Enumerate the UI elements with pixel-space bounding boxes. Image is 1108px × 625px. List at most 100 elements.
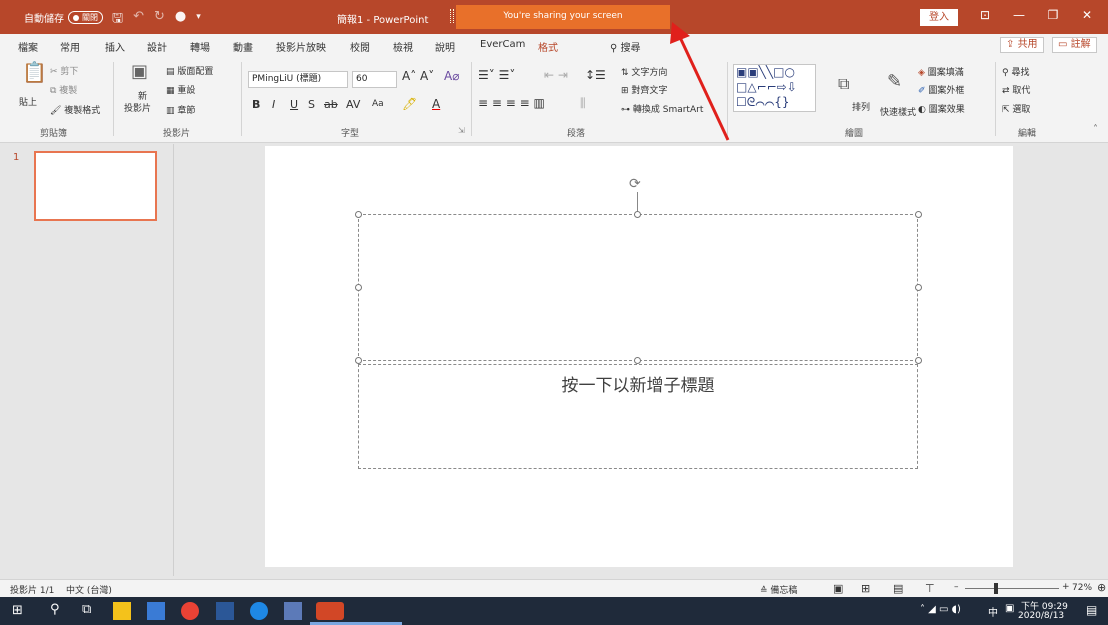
tab-file[interactable]: 檔案 — [18, 39, 38, 54]
task-view-icon[interactable]: ⧉ — [82, 602, 91, 617]
resize-handle[interactable] — [634, 211, 641, 218]
font-dialog-launcher-icon[interactable]: ⇲ — [458, 126, 465, 135]
signin-button[interactable]: 登入 — [920, 9, 958, 26]
comments-button[interactable]: ▭ 註解 — [1052, 37, 1097, 53]
font-grow-icon[interactable]: A˄ A˅ — [402, 69, 434, 83]
layout-button[interactable]: ▤ 版面配置 — [166, 64, 213, 77]
sorter-view-icon[interactable]: ⊞ — [861, 582, 870, 595]
new-slide-label-2[interactable]: 投影片 — [124, 101, 151, 114]
indent-icon[interactable]: ⇤ ⇥ — [544, 68, 568, 82]
char-spacing-icon[interactable]: AV — [346, 98, 360, 111]
zoom-slider[interactable] — [965, 588, 1059, 589]
resize-handle[interactable] — [355, 284, 362, 291]
quick-styles-icon[interactable]: ✎ — [887, 71, 902, 92]
find-button[interactable]: ⚲ 尋找 — [1002, 65, 1029, 78]
search-group[interactable]: ⚲ 搜尋 — [610, 39, 641, 54]
columns-icon[interactable]: ⫼ — [580, 96, 586, 111]
autosave-toggle[interactable]: 關閉 — [68, 11, 103, 24]
ime-mode-icon[interactable]: ▣ — [1005, 603, 1014, 614]
tab-format[interactable]: 格式 — [538, 39, 558, 54]
bold-button[interactable]: B — [252, 98, 260, 111]
bullets-icon[interactable]: ☰˅ ☰˅ — [478, 68, 515, 82]
share-button[interactable]: ⇪ 共用 — [1000, 37, 1044, 53]
title-placeholder[interactable] — [358, 214, 918, 361]
sticky-notes-icon[interactable] — [113, 602, 131, 620]
section-button[interactable]: ▥ 章節 — [166, 103, 195, 116]
arrange-icon[interactable]: ⧉ — [838, 74, 849, 94]
subtitle-placeholder[interactable]: 按一下以新增子標題 — [358, 364, 918, 469]
tab-animations[interactable]: 動畫 — [233, 39, 253, 54]
powerpoint-icon[interactable] — [316, 602, 344, 620]
zoom-in-icon[interactable]: + — [1062, 582, 1070, 592]
fit-slide-icon[interactable]: ⊕ — [1097, 581, 1106, 594]
zoom-slider-thumb[interactable] — [994, 583, 998, 594]
restore-button[interactable]: ❐ — [1036, 8, 1070, 22]
zoom-level[interactable]: 72% — [1072, 583, 1092, 593]
app-icon[interactable] — [284, 602, 302, 620]
ime-indicator[interactable]: 中 — [988, 604, 998, 619]
line-spacing-icon[interactable]: ↕☰ — [585, 68, 606, 82]
minimize-button[interactable]: — — [1002, 8, 1036, 22]
slide-canvas[interactable]: ⟳ 按一下以新增子標題 — [265, 146, 1013, 567]
customize-qat-icon[interactable]: ▾ — [196, 9, 201, 31]
tab-help[interactable]: 說明 — [435, 39, 455, 54]
italic-button[interactable]: I — [272, 98, 275, 111]
language-status[interactable]: 中文 (台灣) — [66, 583, 112, 596]
shadow-button[interactable]: S — [308, 98, 315, 111]
tab-design[interactable]: 設計 — [147, 39, 167, 54]
file-explorer-icon[interactable] — [147, 602, 165, 620]
resize-handle[interactable] — [915, 284, 922, 291]
font-color-icon[interactable]: A — [432, 97, 440, 111]
search-icon[interactable]: ⚲ — [50, 602, 60, 617]
cut-button[interactable]: ✂ 剪下 — [50, 64, 78, 77]
save-icon[interactable]: 🖫 — [112, 9, 123, 31]
undo-icon[interactable]: ↶ — [133, 9, 144, 31]
clock-date[interactable]: 2020/8/13 — [1018, 611, 1064, 621]
resize-handle[interactable] — [915, 357, 922, 364]
font-size-field[interactable]: 60 — [352, 71, 397, 88]
highlight-icon[interactable]: 🖊 — [402, 97, 417, 111]
tab-insert[interactable]: 插入 — [105, 39, 125, 54]
tab-transitions[interactable]: 轉場 — [190, 39, 210, 54]
close-button[interactable]: ✕ — [1070, 8, 1104, 22]
shape-effects-button[interactable]: ◐ 圖案效果 — [918, 102, 965, 115]
align-icons[interactable]: ≡ ≡ ≡ ≡ ▥ — [478, 96, 545, 110]
resize-handle[interactable] — [355, 211, 362, 218]
smartart-button[interactable]: ⊶ 轉換成 SmartArt — [621, 102, 703, 115]
notes-button[interactable]: ≙ 備忘稿 — [760, 583, 797, 596]
ribbon-display-icon[interactable]: ⊡ — [968, 8, 1002, 22]
screen-share-banner[interactable]: You're sharing your screen — [450, 5, 670, 29]
notifications-icon[interactable]: ▤ — [1086, 603, 1097, 617]
collapse-ribbon-icon[interactable]: ˄ — [1093, 124, 1098, 135]
record-icon[interactable]: ● — [175, 9, 186, 31]
tray-icons[interactable]: ˄ ◢ ▭ ◖) — [920, 604, 961, 615]
windows-start-icon[interactable]: ⊞ — [12, 603, 23, 618]
reset-button[interactable]: ▦ 重設 — [166, 83, 195, 96]
format-painter-button[interactable]: 🖌 複製格式 — [50, 103, 100, 116]
shape-outline-button[interactable]: ✐ 圖案外框 — [918, 83, 964, 96]
slide-thumbnail[interactable] — [34, 151, 157, 221]
shape-fill-button[interactable]: ◈ 圖案填滿 — [918, 65, 964, 78]
resize-handle[interactable] — [634, 357, 641, 364]
reading-view-icon[interactable]: ▤ — [893, 582, 903, 595]
resize-handle[interactable] — [915, 211, 922, 218]
underline-button[interactable]: U — [290, 98, 298, 111]
autosave-group[interactable]: 自動儲存 關閉 — [24, 10, 103, 25]
clear-format-icon[interactable]: A⌀ — [444, 69, 459, 83]
normal-view-icon[interactable]: ▣ — [833, 582, 843, 595]
shapes-gallery[interactable]: ▣▣╲╲□○ □△⌐⌐⇨⇩ ☐ᘓ⌒⌒{} — [733, 64, 816, 112]
font-name-field[interactable]: PMingLiU (標題) — [248, 71, 348, 88]
paste-icon[interactable]: 📋 — [22, 60, 47, 84]
paste-button[interactable]: 貼上 — [19, 95, 37, 108]
rotate-handle-icon[interactable]: ⟳ — [629, 176, 641, 192]
drag-grip-icon[interactable] — [450, 9, 454, 23]
new-slide-icon[interactable]: ▣ — [131, 61, 148, 82]
zoom-out-icon[interactable]: – — [954, 582, 959, 592]
copy-button[interactable]: ⧉ 複製 — [50, 83, 77, 96]
app-icon[interactable] — [250, 602, 268, 620]
align-text-button[interactable]: ⊞ 對齊文字 — [621, 83, 667, 96]
strikethrough-button[interactable]: ab — [324, 98, 338, 111]
tab-review[interactable]: 校閱 — [350, 39, 370, 54]
tab-view[interactable]: 檢視 — [393, 39, 413, 54]
arrange-button[interactable]: 排列 — [852, 100, 870, 113]
